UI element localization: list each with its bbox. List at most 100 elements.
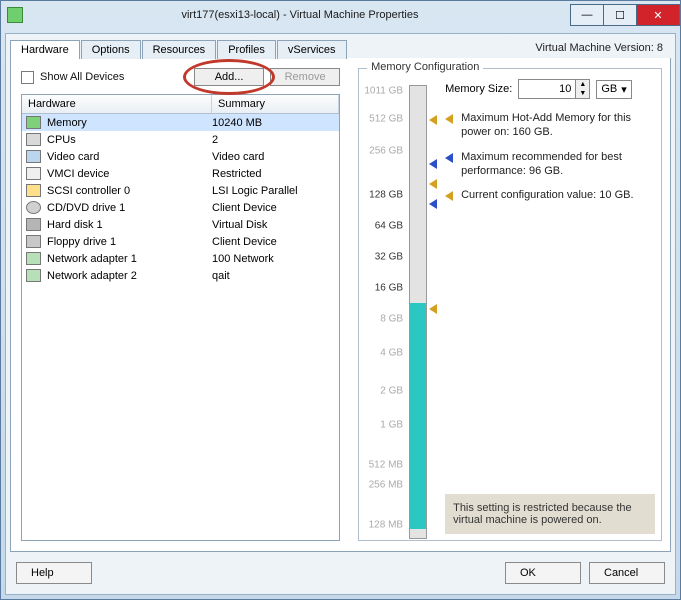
tab-hardware[interactable]: Hardware	[10, 40, 80, 59]
floppy-icon	[26, 235, 41, 248]
table-row[interactable]: Network adapter 1 100 Network	[22, 250, 339, 267]
unit-label: GB	[601, 83, 617, 95]
row-summary: 100 Network	[212, 253, 335, 265]
row-summary: qait	[212, 270, 335, 282]
note-current: Current configuration value: 10 GB.	[461, 188, 633, 202]
table-row[interactable]: Network adapter 2 qait	[22, 267, 339, 284]
vmci-icon	[26, 167, 41, 180]
tick-32gb: 32 GB	[375, 252, 403, 263]
video-icon	[26, 150, 41, 163]
tick-512gb: 512 GB	[369, 114, 403, 125]
memory-unit-select[interactable]: GB ▾	[596, 80, 631, 99]
spin-up-icon[interactable]: ▲	[575, 80, 589, 89]
close-button[interactable]: ✕	[636, 4, 680, 26]
app-icon	[7, 7, 23, 23]
table-row[interactable]: CPUs2	[22, 131, 339, 148]
help-button[interactable]: Help	[16, 562, 92, 584]
memory-size-label: Memory Size:	[445, 83, 512, 95]
marker-current-top-icon	[429, 179, 437, 189]
tick-128mb: 128 MB	[369, 520, 403, 531]
tab-vservices[interactable]: vServices	[277, 40, 347, 59]
col-hardware[interactable]: Hardware	[22, 95, 212, 113]
tick-1011gb: 1011 GB	[364, 86, 403, 97]
marker-max-hotadd-icon	[429, 115, 437, 125]
table-row[interactable]: Memory 10240 MB	[22, 114, 339, 131]
tab-resources[interactable]: Resources	[142, 40, 217, 59]
chevron-down-icon: ▾	[621, 83, 627, 96]
row-name: SCSI controller 0	[47, 185, 130, 197]
show-all-checkbox[interactable]	[21, 71, 34, 84]
note-max-hotadd: Maximum Hot-Add Memory for this power on…	[461, 111, 655, 140]
tab-options[interactable]: Options	[81, 40, 141, 59]
row-name: Network adapter 1	[47, 253, 137, 265]
hardware-table: Hardware Summary Memory10240 MBCPUs2Vide…	[21, 94, 340, 541]
tick-16gb: 16 GB	[375, 283, 403, 294]
memory-panel: Memory Configuration 1011 GB 512 GB 256 …	[350, 58, 670, 551]
minimize-button[interactable]: —	[570, 4, 604, 26]
scsi-icon	[26, 184, 41, 197]
hd-icon	[26, 218, 41, 231]
hardware-panel: Show All Devices Add... Remove Hardware …	[11, 58, 350, 551]
row-summary: 10240 MB	[212, 117, 335, 129]
vm-version-label: Virtual Machine Version: 8	[527, 38, 671, 58]
row-name: CD/DVD drive 1	[47, 202, 125, 214]
row-summary: Client Device	[212, 202, 335, 214]
tick-2gb: 2 GB	[380, 386, 403, 397]
memory-size-spinner[interactable]: ▲ ▼	[518, 79, 590, 99]
tick-512mb: 512 MB	[369, 460, 403, 471]
tick-128gb: 128 GB	[369, 190, 403, 201]
tick-4gb: 4 GB	[380, 348, 403, 359]
row-name: Hard disk 1	[47, 219, 103, 231]
spin-down-icon[interactable]: ▼	[575, 89, 589, 98]
show-all-label: Show All Devices	[40, 71, 188, 83]
dialog-footer: Help OK Cancel	[6, 552, 675, 594]
triangle-gold-icon	[445, 114, 453, 124]
tick-256gb: 256 GB	[369, 146, 403, 157]
remove-button: Remove	[270, 68, 340, 86]
marker-current-side-icon	[429, 199, 437, 209]
tab-bar: Hardware Options Resources Profiles vSer…	[6, 34, 675, 58]
memory-scale: 1011 GB 512 GB 256 GB 128 GB 64 GB 32 GB…	[365, 79, 437, 534]
triangle-blue-icon	[445, 153, 453, 163]
tick-256mb: 256 MB	[369, 480, 403, 491]
table-row[interactable]: Hard disk 1 Virtual Disk	[22, 216, 339, 233]
row-name: Video card	[47, 151, 99, 163]
marker-best-icon	[429, 159, 437, 169]
ok-button[interactable]: OK	[505, 562, 581, 584]
maximize-button[interactable]: ☐	[603, 4, 637, 26]
tick-8gb: 8 GB	[380, 314, 403, 325]
table-row[interactable]: SCSI controller 0 LSI Logic Parallel	[22, 182, 339, 199]
memory-slider[interactable]	[409, 85, 427, 539]
row-summary: 2	[212, 134, 335, 146]
row-summary: Virtual Disk	[212, 219, 335, 231]
row-summary: Client Device	[212, 236, 335, 248]
mem-icon	[26, 116, 41, 129]
add-button[interactable]: Add...	[194, 68, 264, 86]
row-name: VMCI device	[47, 168, 109, 180]
cpu-icon	[26, 133, 41, 146]
row-summary: Video card	[212, 151, 335, 163]
table-row[interactable]: CD/DVD drive 1 Client Device	[22, 199, 339, 216]
table-body: Memory10240 MBCPUs2Video cardVideo cardV…	[22, 114, 339, 284]
titlebar[interactable]: virt177(esxi13-local) - Virtual Machine …	[1, 1, 680, 29]
row-name: Memory	[47, 117, 87, 129]
row-name: Network adapter 2	[47, 270, 137, 282]
net-icon	[26, 252, 41, 265]
marker-current-icon	[429, 304, 437, 314]
note-best-perf: Maximum recommended for best performance…	[461, 150, 655, 179]
tick-64gb: 64 GB	[375, 221, 403, 232]
table-row[interactable]: VMCI device Restricted	[22, 165, 339, 182]
tab-profiles[interactable]: Profiles	[217, 40, 276, 59]
row-summary: Restricted	[212, 168, 335, 180]
col-summary[interactable]: Summary	[212, 95, 339, 113]
tick-1gb: 1 GB	[380, 420, 403, 431]
row-name: Floppy drive 1	[47, 236, 116, 248]
memory-size-input[interactable]	[519, 80, 575, 98]
row-summary: LSI Logic Parallel	[212, 185, 335, 197]
cancel-button[interactable]: Cancel	[589, 562, 665, 584]
memory-legend: Memory Configuration	[367, 61, 483, 73]
triangle-gold-icon	[445, 191, 453, 201]
net-icon	[26, 269, 41, 282]
table-row[interactable]: Floppy drive 1 Client Device	[22, 233, 339, 250]
table-row[interactable]: Video card Video card	[22, 148, 339, 165]
